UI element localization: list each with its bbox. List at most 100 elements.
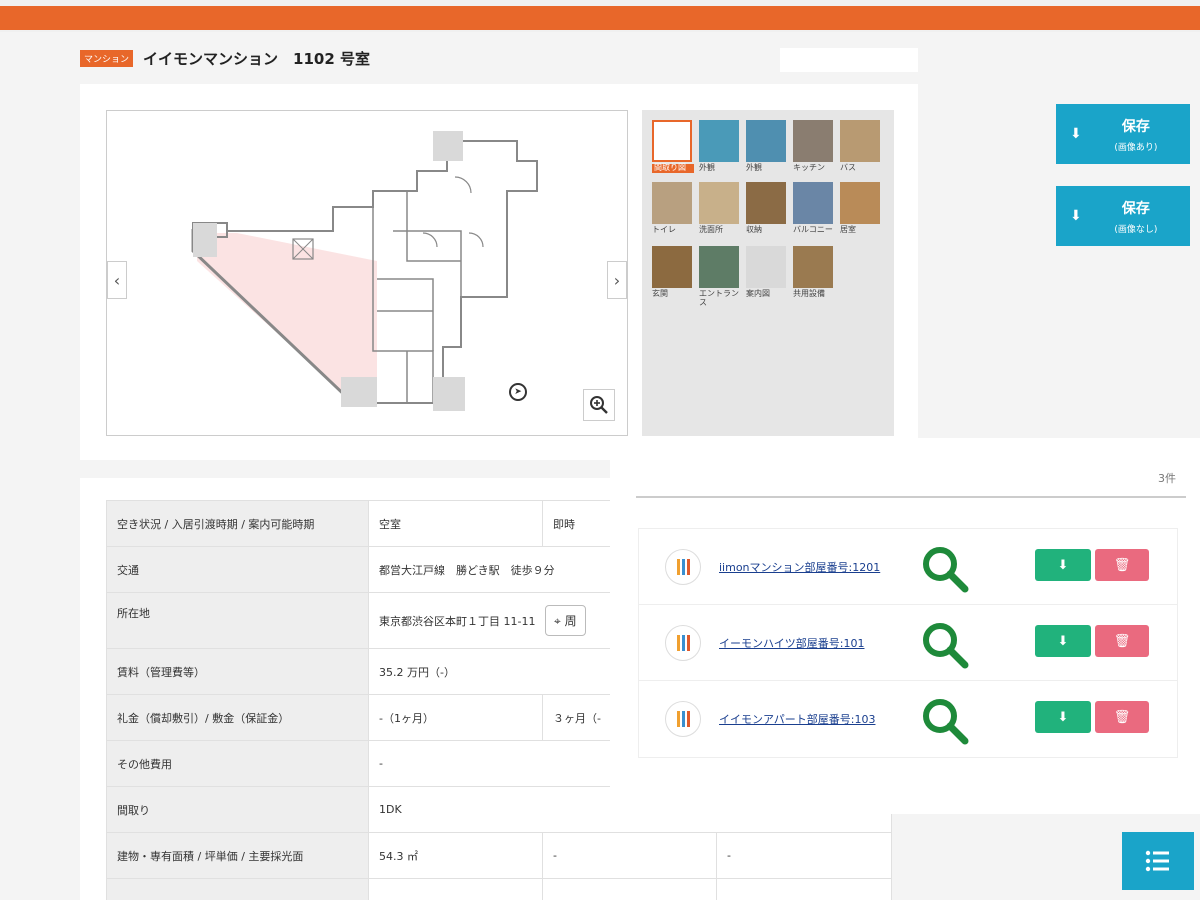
divider <box>636 496 1186 498</box>
download-icon: ⬇ <box>1057 633 1069 649</box>
property-title: イイモンマンション 1102 号室 <box>143 49 370 68</box>
thumbnail-label: 収納 <box>746 225 762 234</box>
thumbnail-label: 洗面所 <box>699 225 723 234</box>
thumbnail-label: 外観 <box>746 163 762 172</box>
prev-image-button[interactable]: ‹ <box>107 261 127 299</box>
thumbnail-image <box>793 182 833 224</box>
download-icon: ⬇ <box>1070 208 1082 224</box>
save-sub-label: (画像なし) <box>1114 224 1158 235</box>
thumbnail-label: キッチン <box>793 163 825 172</box>
list-item: イイモンアパート部屋番号:103 ⬇ 🗑 <box>639 681 1177 757</box>
thumbnail-label: エントランス <box>699 289 739 307</box>
row-value <box>716 878 892 900</box>
download-icon: ⬇ <box>1057 709 1069 725</box>
download-icon: ⬇ <box>1070 126 1082 142</box>
thumbnail-image <box>793 246 833 288</box>
property-link[interactable]: イイモンアパート部屋番号:103 <box>719 711 875 727</box>
thumbnail-image <box>699 120 739 162</box>
row-value: 東京都渋谷区本町１丁目 11-11 <box>379 615 536 628</box>
row-label: 賃料（管理費等） <box>106 648 369 695</box>
save-sub-label: (画像あり) <box>1114 142 1158 153</box>
brand-header-bar <box>0 6 1200 30</box>
thumbnail-item[interactable]: 間取り図 <box>652 120 694 173</box>
download-button[interactable]: ⬇ <box>1035 625 1091 657</box>
download-button[interactable]: ⬇ <box>1035 701 1091 733</box>
thumbnail-image <box>793 120 833 162</box>
thumbnail-label: 案内図 <box>746 289 770 298</box>
location-button[interactable]: ⌖ 周 <box>544 605 586 636</box>
thumbnail-item[interactable]: キッチン <box>793 120 835 173</box>
row-value: - <box>542 832 717 879</box>
results-panel: 3件 iimonマンション部屋番号:1201 ⬇ 🗑 イーモンハイツ部屋番号:101 ⬇… <box>610 438 1200 814</box>
thumbnail-item[interactable]: 収納 <box>746 182 788 235</box>
thumbnail-label: 外観 <box>699 163 715 172</box>
media-card: ‹ › ➤ 間取り図 外観 外観 キッチン バス トイレ 洗面所 収納 バルコニー 居室 玄関 エント… <box>80 84 918 460</box>
search-icon[interactable] <box>919 695 973 749</box>
property-type-badge: マンション <box>80 49 134 67</box>
thumbnail-item[interactable]: トイレ <box>652 182 694 235</box>
thumbnail-item[interactable]: 共用設備 <box>793 246 835 299</box>
save-with-images-button[interactable]: ⬇ 保存 (画像あり) <box>1056 104 1190 164</box>
thumbnail-item[interactable]: 外観 <box>746 120 788 173</box>
delete-button[interactable]: 🗑 <box>1095 701 1149 733</box>
zoom-in-icon <box>590 396 608 414</box>
property-logo-icon <box>665 549 701 585</box>
save-without-images-button[interactable]: ⬇ 保存 (画像なし) <box>1056 186 1190 246</box>
thumbnail-image <box>746 182 786 224</box>
row-value: 空室 <box>368 500 543 547</box>
thumbnail-label: 間取り図 <box>652 163 694 173</box>
property-logo-icon <box>665 701 701 737</box>
row-value: -（1ヶ月） <box>368 694 543 741</box>
thumbnail-image <box>652 246 692 288</box>
property-logo-icon <box>665 625 701 661</box>
delete-button[interactable]: 🗑 <box>1095 625 1149 657</box>
search-icon[interactable] <box>919 543 973 597</box>
north-compass-icon: ➤ <box>509 383 527 401</box>
delete-button[interactable]: 🗑 <box>1095 549 1149 581</box>
thumbnail-image <box>746 120 786 162</box>
thumbnail-item[interactable]: 居室 <box>840 182 882 235</box>
thumbnail-item[interactable]: 案内図 <box>746 246 788 299</box>
top-bar <box>0 0 1200 32</box>
download-icon: ⬇ <box>1057 557 1069 573</box>
property-title-row: マンション イイモンマンション 1102 号室 <box>80 46 370 70</box>
property-link[interactable]: iimonマンション部屋番号:1201 <box>719 559 880 575</box>
thumbnail-item[interactable]: バス <box>840 120 882 173</box>
row-label <box>106 878 369 900</box>
floorplan-viewer: ‹ › ➤ <box>106 110 628 436</box>
thumbnail-label: バス <box>840 163 856 172</box>
thumbnail-image <box>699 246 739 288</box>
row-value <box>368 878 543 900</box>
zoom-button[interactable] <box>583 389 615 421</box>
thumbnail-image <box>746 246 786 288</box>
property-link[interactable]: イーモンハイツ部屋番号:101 <box>719 635 864 651</box>
thumbnail-item[interactable]: 外観 <box>699 120 741 173</box>
image-thumbnail-grid: 間取り図 外観 外観 キッチン バス トイレ 洗面所 収納 バルコニー 居室 玄関 エントランス 案内図… <box>642 110 894 436</box>
thumbnail-item[interactable]: 洗面所 <box>699 182 741 235</box>
thumbnail-image <box>652 120 692 162</box>
chevron-right-icon: › <box>613 270 621 290</box>
thumbnail-label: バルコニー <box>793 225 833 234</box>
search-icon[interactable] <box>919 619 973 673</box>
download-button[interactable]: ⬇ <box>1035 549 1091 581</box>
thumbnail-item[interactable]: エントランス <box>699 246 741 308</box>
save-label: 保存 <box>1121 200 1150 217</box>
thumbnail-item[interactable]: バルコニー <box>793 182 835 235</box>
thumbnail-label: トイレ <box>652 225 676 234</box>
chevron-left-icon: ‹ <box>113 270 121 290</box>
row-value: 54.3 ㎡ <box>368 832 543 879</box>
list-view-button[interactable] <box>1122 832 1194 890</box>
thumbnail-item[interactable]: 玄関 <box>652 246 694 299</box>
thumbnail-label: 居室 <box>840 225 856 234</box>
trash-icon: 🗑 <box>1113 557 1131 573</box>
save-label: 保存 <box>1121 118 1150 135</box>
header-blank-box <box>780 48 918 72</box>
trash-icon: 🗑 <box>1113 633 1131 649</box>
thumbnail-label: 共用設備 <box>793 289 825 298</box>
row-label: 礼金（償却敷引）/ 敷金（保証金） <box>106 694 369 741</box>
next-image-button[interactable]: › <box>607 261 627 299</box>
table-row <box>106 878 892 900</box>
row-value <box>542 878 717 900</box>
floorplan-drawing <box>191 131 538 411</box>
thumbnail-label: 玄関 <box>652 289 668 298</box>
